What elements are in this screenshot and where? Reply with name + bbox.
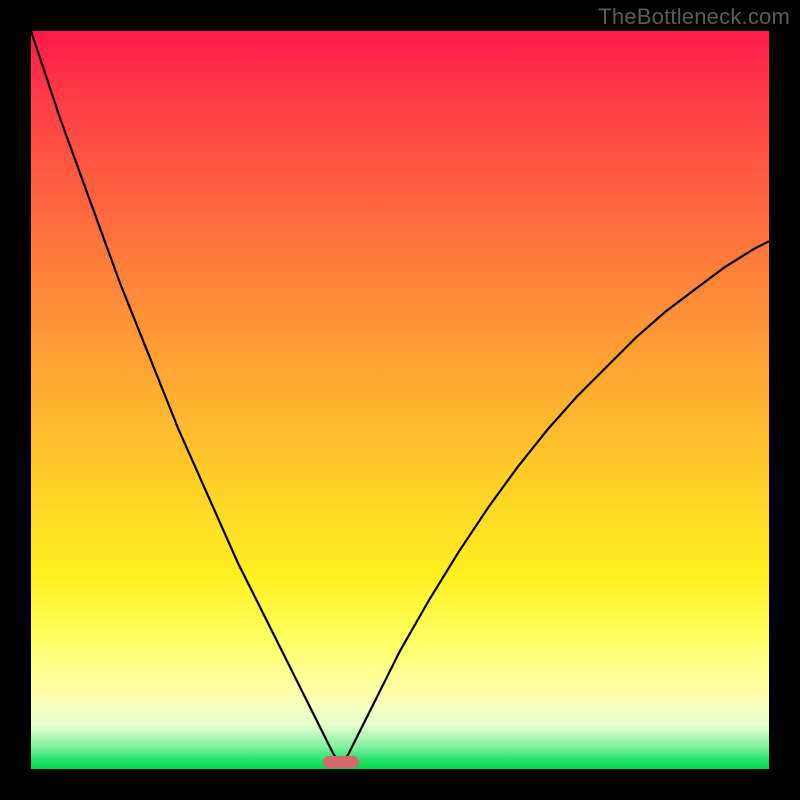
outer-black-frame: TheBottleneck.com <box>0 0 800 800</box>
plot-area <box>31 31 769 769</box>
bottleneck-curve-svg <box>31 31 769 769</box>
watermark-text: TheBottleneck.com <box>598 4 790 30</box>
minimum-marker <box>323 756 359 768</box>
bottleneck-curve-path <box>31 31 769 765</box>
